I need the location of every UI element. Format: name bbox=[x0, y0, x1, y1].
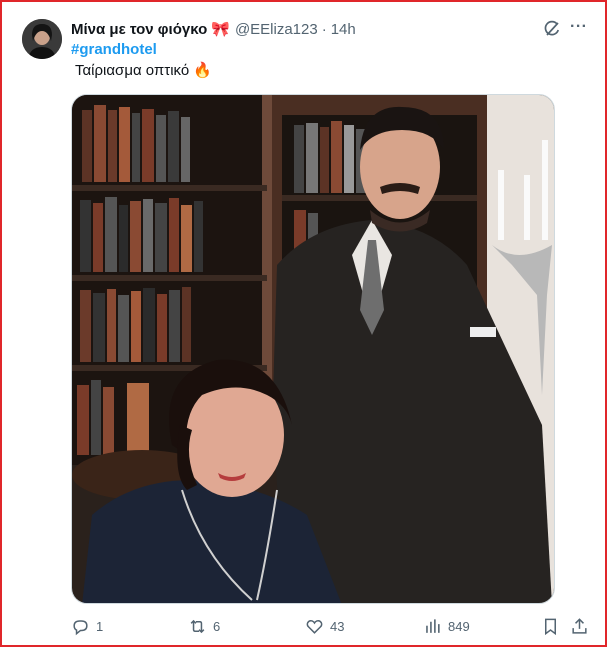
repost-button[interactable]: 6 bbox=[188, 617, 220, 636]
like-count: 43 bbox=[330, 619, 345, 634]
reply-button[interactable]: 1 bbox=[71, 617, 103, 636]
reply-count: 1 bbox=[96, 619, 104, 634]
separator-dot: · bbox=[321, 20, 327, 38]
avatar[interactable] bbox=[22, 19, 62, 59]
views-icon bbox=[426, 619, 440, 633]
more-icon[interactable]: ··· bbox=[570, 19, 588, 38]
tweet-header: Μίνα με τον φιόγκο 🎀 @EEliza123 · 14h bbox=[71, 19, 356, 39]
views-count: 849 bbox=[448, 619, 470, 634]
share-icon bbox=[572, 618, 587, 634]
repost-icon bbox=[190, 619, 205, 634]
like-icon bbox=[306, 620, 323, 634]
reply-icon bbox=[73, 620, 88, 636]
like-button[interactable]: 43 bbox=[305, 617, 344, 636]
hashtag-link[interactable]: #grandhotel bbox=[71, 41, 157, 58]
share-button[interactable] bbox=[570, 617, 595, 636]
bookmark-button[interactable] bbox=[541, 617, 566, 636]
author-handle[interactable]: @EEliza123 bbox=[235, 21, 318, 38]
bookmark-icon bbox=[544, 618, 557, 636]
repost-count: 6 bbox=[213, 619, 221, 634]
grok-icon[interactable] bbox=[543, 20, 561, 38]
tweet-text: Ταίριασμα οπτικό 🔥 bbox=[75, 62, 213, 79]
action-bar: 1 6 43 849 bbox=[71, 617, 589, 639]
author-name[interactable]: Μίνα με τον φιόγκο bbox=[71, 21, 207, 38]
timestamp[interactable]: 14h bbox=[331, 21, 356, 38]
tweet-photo[interactable] bbox=[71, 94, 555, 604]
views-button[interactable]: 849 bbox=[423, 617, 470, 636]
bow-emoji: 🎀 bbox=[211, 21, 230, 38]
